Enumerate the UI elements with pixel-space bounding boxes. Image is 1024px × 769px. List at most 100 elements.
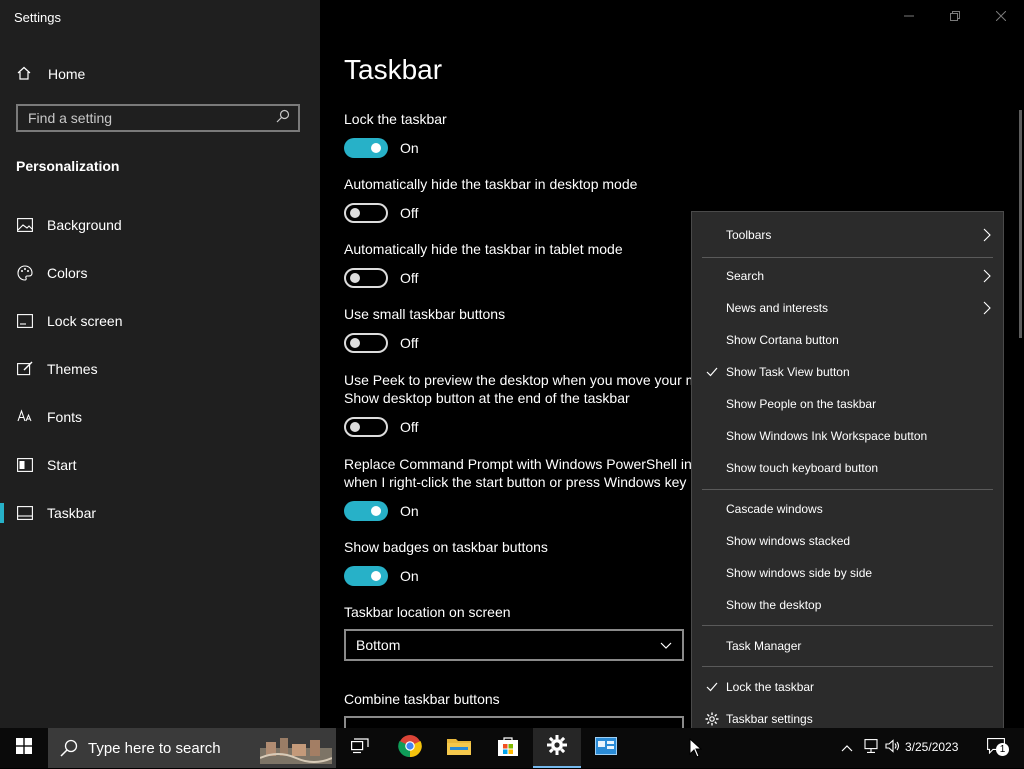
toggle-knob xyxy=(371,506,381,516)
menu-item-label: Show the desktop xyxy=(726,598,822,612)
taskbar-location-dropdown[interactable]: Bottom xyxy=(344,629,684,661)
windows-logo-icon xyxy=(16,737,32,759)
menu-item-cortana[interactable]: Show Cortana button xyxy=(692,326,1003,354)
menu-item-task-view[interactable]: Show Task View button xyxy=(692,358,1003,386)
sidebar-item-background[interactable]: Background xyxy=(0,205,320,245)
toggle-knob xyxy=(371,571,381,581)
autohide-tablet-toggle[interactable] xyxy=(344,268,388,288)
menu-item-side-by-side[interactable]: Show windows side by side xyxy=(692,559,1003,587)
menu-item-label: Show touch keyboard button xyxy=(726,461,879,475)
menu-item-touch-keyboard[interactable]: Show touch keyboard button xyxy=(692,454,1003,482)
scrollbar-thumb[interactable] xyxy=(1019,110,1022,338)
task-view-icon xyxy=(351,737,369,759)
network-tray-button[interactable] xyxy=(860,728,882,768)
search-icon xyxy=(60,739,78,762)
toggle-knob xyxy=(371,143,381,153)
taskbar-context-menu: Toolbars Search News and interests Show … xyxy=(691,211,1004,743)
search-icon[interactable] xyxy=(276,109,290,128)
action-center-button[interactable]: 1 xyxy=(976,728,1020,768)
notification-icon: 1 xyxy=(987,738,1009,758)
toggle-state: Off xyxy=(400,205,419,221)
toggle-knob xyxy=(350,422,360,432)
menu-separator xyxy=(702,666,993,667)
home-nav-item[interactable]: Home xyxy=(16,62,85,86)
menu-item-label: Show Task View button xyxy=(726,365,850,379)
volume-tray-button[interactable] xyxy=(882,728,904,768)
menu-item-show-desktop[interactable]: Show the desktop xyxy=(692,591,1003,619)
control-panel-taskbar-button[interactable] xyxy=(582,728,630,768)
notification-badge: 1 xyxy=(996,743,1009,756)
home-label: Home xyxy=(48,66,86,82)
autohide-desktop-toggle[interactable] xyxy=(344,203,388,223)
toggle-state: On xyxy=(400,140,419,156)
sidebar-item-lock-screen[interactable]: Lock screen xyxy=(0,301,320,341)
menu-item-lock-taskbar[interactable]: Lock the taskbar xyxy=(692,673,1003,701)
gear-icon xyxy=(704,711,720,727)
toggle-state: Off xyxy=(400,270,419,286)
taskbar-icon xyxy=(16,504,34,522)
sidebar-item-taskbar[interactable]: Taskbar xyxy=(0,493,320,533)
find-setting-input[interactable]: Find a setting xyxy=(16,104,300,132)
small-buttons-toggle[interactable] xyxy=(344,333,388,353)
close-button[interactable] xyxy=(993,8,1009,24)
chrome-icon xyxy=(398,734,422,763)
sidebar-item-label: Taskbar xyxy=(47,505,97,521)
speaker-icon xyxy=(885,738,901,758)
lock-taskbar-toggle[interactable] xyxy=(344,138,388,158)
toggle-state: Off xyxy=(400,419,419,435)
file-explorer-taskbar-button[interactable] xyxy=(435,728,483,768)
start-button[interactable] xyxy=(0,728,48,768)
chevron-up-icon xyxy=(841,739,853,757)
peek-toggle[interactable] xyxy=(344,417,388,437)
restore-button[interactable] xyxy=(947,8,963,24)
menu-item-label: Show Cortana button xyxy=(726,333,839,347)
gear-icon xyxy=(546,734,568,761)
menu-item-search[interactable]: Search xyxy=(692,262,1003,290)
settings-sidebar: Settings Home Find a setting Personaliza… xyxy=(0,0,320,728)
menu-item-ink-workspace[interactable]: Show Windows Ink Workspace button xyxy=(692,422,1003,450)
toggle-state: Off xyxy=(400,335,419,351)
sidebar-item-colors[interactable]: Colors xyxy=(0,253,320,293)
taskbar-search-box[interactable]: Type here to search xyxy=(48,728,336,768)
themes-icon xyxy=(16,360,34,378)
sidebar-item-fonts[interactable]: Fonts xyxy=(0,397,320,437)
menu-item-people[interactable]: Show People on the taskbar xyxy=(692,390,1003,418)
search-highlight-image xyxy=(259,734,333,769)
dropdown-value: Bottom xyxy=(356,637,401,653)
menu-item-label: Show windows stacked xyxy=(726,534,851,548)
settings-taskbar-button[interactable] xyxy=(533,728,581,768)
menu-item-task-manager[interactable]: Task Manager xyxy=(692,632,1003,660)
menu-item-cascade[interactable]: Cascade windows xyxy=(692,495,1003,523)
powershell-toggle[interactable] xyxy=(344,501,388,521)
setting-label: Lock the taskbar xyxy=(344,111,447,127)
menu-separator xyxy=(702,625,993,626)
show-hidden-icons-button[interactable] xyxy=(836,728,858,768)
task-view-button[interactable] xyxy=(336,728,384,768)
fonts-icon xyxy=(16,408,34,426)
menu-item-label: Toolbars xyxy=(726,228,772,242)
minimize-button[interactable] xyxy=(901,8,917,24)
checkmark-icon xyxy=(704,679,720,695)
toggle-state: On xyxy=(400,568,419,584)
menu-item-news[interactable]: News and interests xyxy=(692,294,1003,322)
menu-item-stacked[interactable]: Show windows stacked xyxy=(692,527,1003,555)
toggle-knob xyxy=(350,273,360,283)
store-taskbar-button[interactable] xyxy=(484,728,532,768)
sidebar-item-label: Colors xyxy=(47,265,88,281)
control-panel-icon xyxy=(595,736,617,760)
badges-toggle[interactable] xyxy=(344,566,388,586)
page-title: Taskbar xyxy=(344,54,443,85)
menu-separator xyxy=(702,489,993,490)
menu-item-label: Lock the taskbar xyxy=(726,680,815,694)
folder-icon xyxy=(447,736,471,761)
menu-item-toolbars[interactable]: Toolbars xyxy=(692,221,1003,249)
menu-separator xyxy=(702,257,993,258)
taskbar-date[interactable]: 3/25/2023 xyxy=(905,740,958,754)
menu-item-label: Show windows side by side xyxy=(726,566,873,580)
sidebar-item-start[interactable]: Start xyxy=(0,445,320,485)
sidebar-item-label: Lock screen xyxy=(47,313,123,329)
chrome-taskbar-button[interactable] xyxy=(386,728,434,768)
toggle-knob xyxy=(350,338,360,348)
menu-item-label: Search xyxy=(726,269,765,283)
sidebar-item-themes[interactable]: Themes xyxy=(0,349,320,389)
